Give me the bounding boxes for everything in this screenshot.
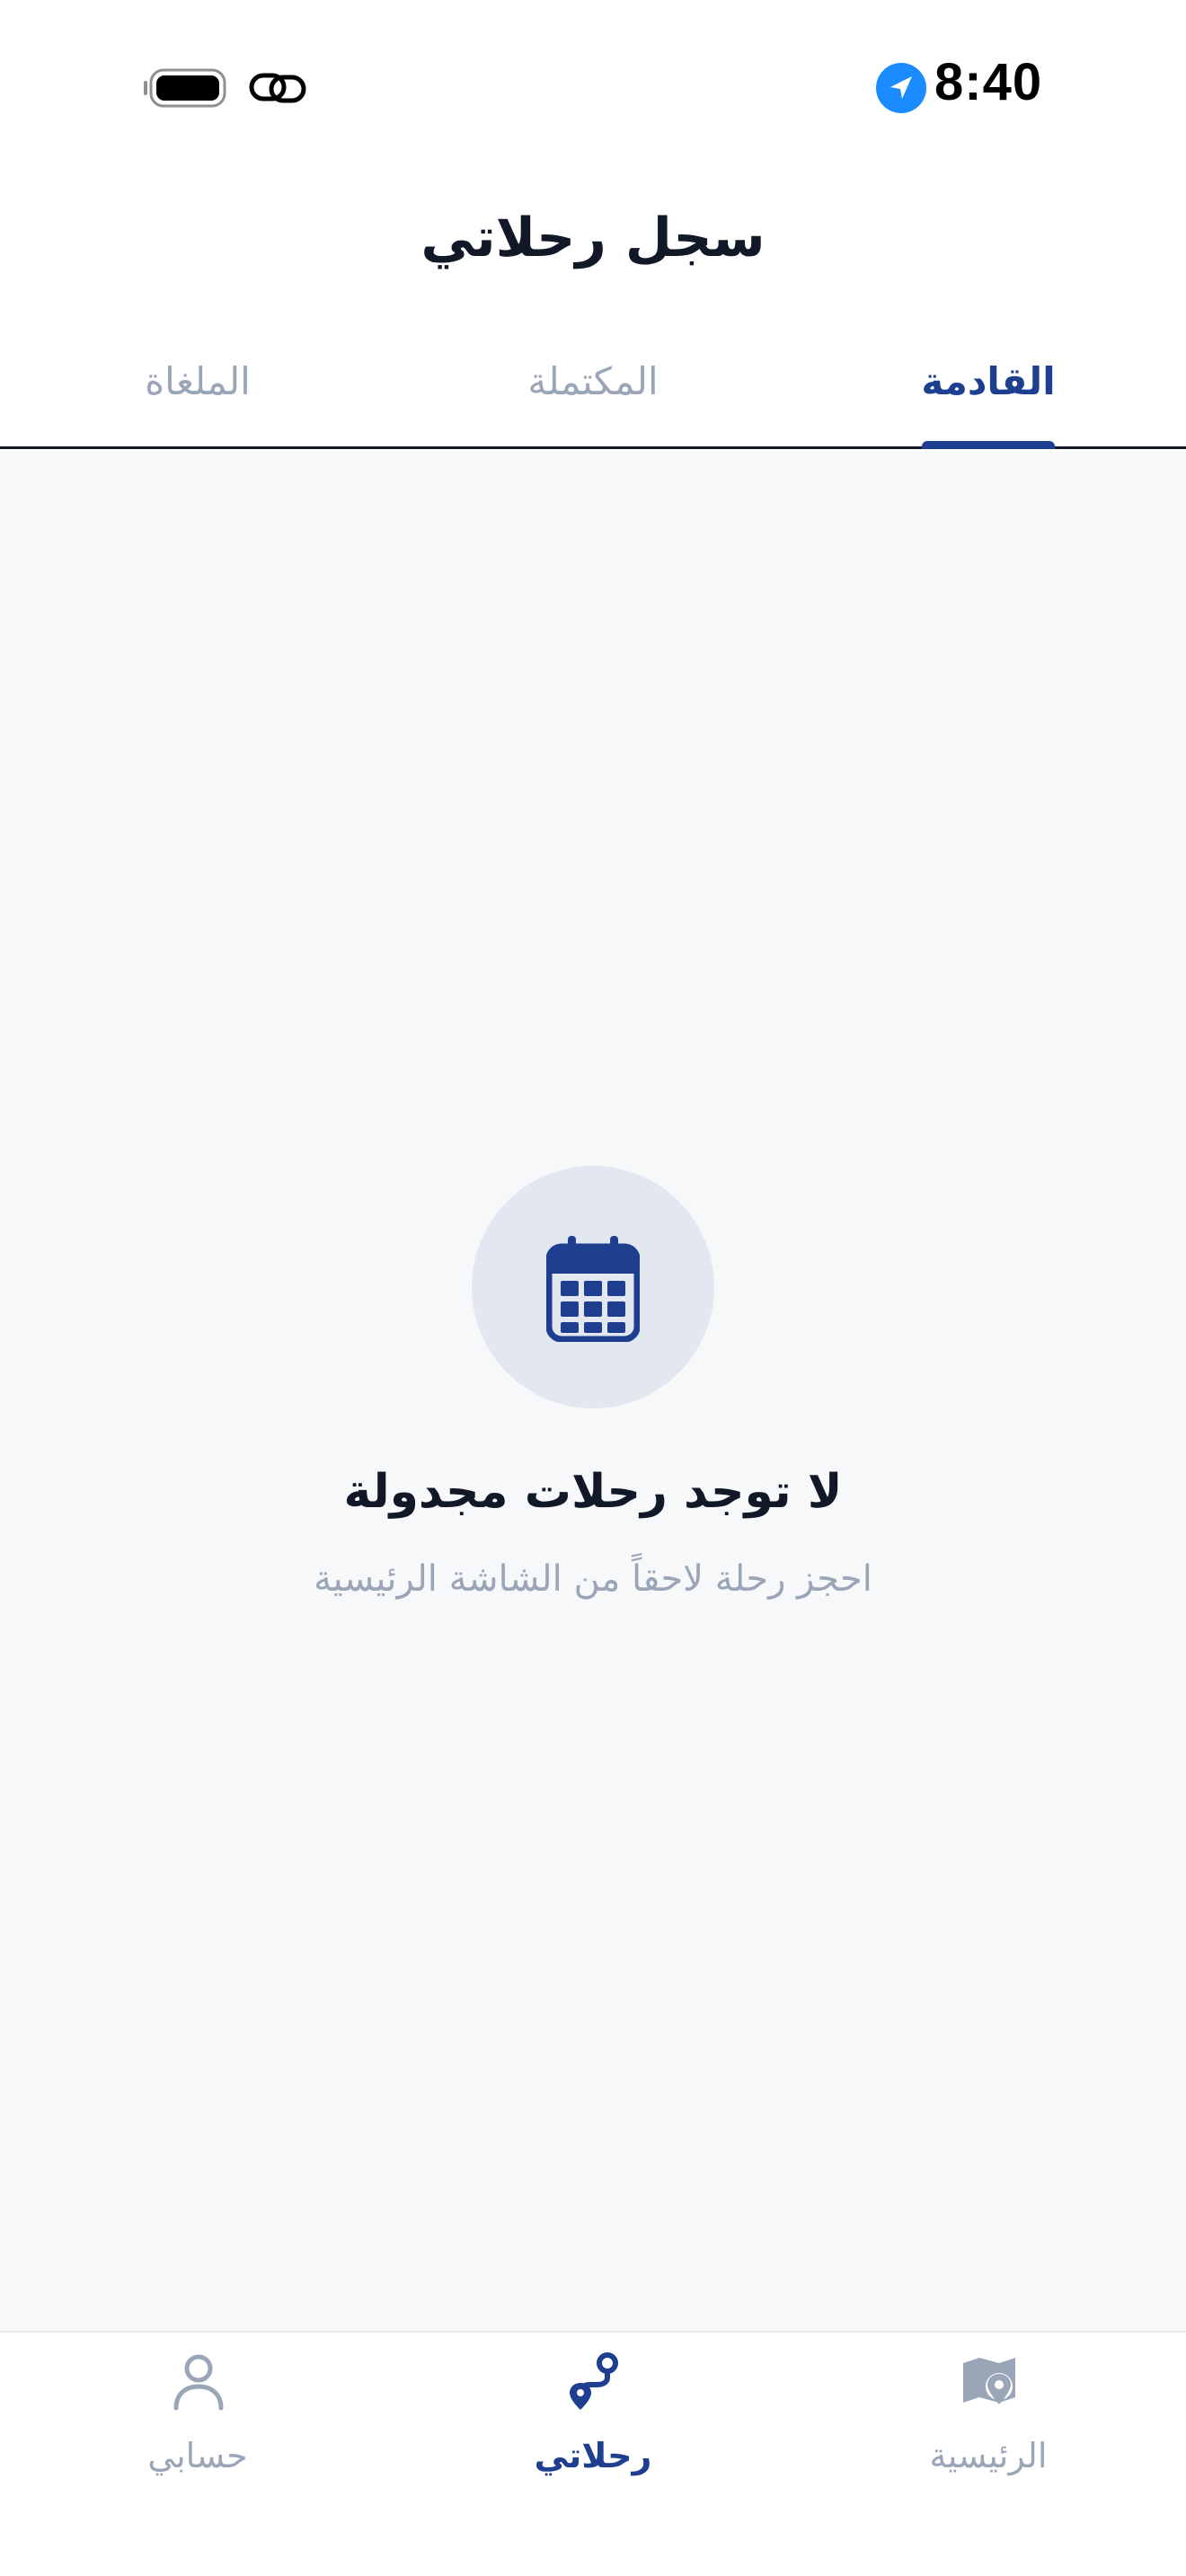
nav-trips-label: رحلاتي <box>534 2436 652 2475</box>
route-icon <box>570 2352 618 2410</box>
tab-upcoming[interactable]: القادمة <box>854 359 1123 403</box>
screen: 8:40 سجل رحلاتي القادمة المكتملة الملغاة <box>0 0 1186 2576</box>
status-time: 8:40 <box>934 53 1043 111</box>
tab-bar: القادمة المكتملة الملغاة <box>0 341 1186 449</box>
nav-home[interactable]: الرئيسية <box>881 2351 1096 2485</box>
tab-completed[interactable]: المكتملة <box>458 359 728 403</box>
link-icon <box>249 73 306 103</box>
status-bar: 8:40 <box>0 0 1186 171</box>
empty-state-icon-circle <box>472 1166 714 1408</box>
tab-cancelled[interactable]: الملغاة <box>63 359 332 403</box>
empty-state-subtitle: احجز رحلة لاحقاً من الشاشة الرئيسية <box>314 1558 872 1600</box>
location-arrow-icon <box>876 63 926 113</box>
trips-content: لا توجد رحلات مجدولة احجز رحلة لاحقاً من… <box>0 452 1186 2331</box>
battery-icon <box>144 68 226 108</box>
empty-state-title: لا توجد رحلات مجدولة <box>343 1465 843 1519</box>
nav-account-label: حسابي <box>147 2436 248 2475</box>
nav-trips[interactable]: رحلاتي <box>485 2351 701 2485</box>
nav-account[interactable]: حسابي <box>90 2351 305 2485</box>
nav-home-label: الرئيسية <box>929 2436 1048 2475</box>
map-pin-icon <box>963 2358 1015 2404</box>
bottom-nav: الرئيسية رحلاتي حسابي <box>0 2331 1186 2576</box>
user-icon <box>173 2354 224 2411</box>
active-tab-indicator <box>922 441 1055 449</box>
calendar-icon <box>546 1236 640 1342</box>
page-title: سجل رحلاتي <box>420 207 766 269</box>
